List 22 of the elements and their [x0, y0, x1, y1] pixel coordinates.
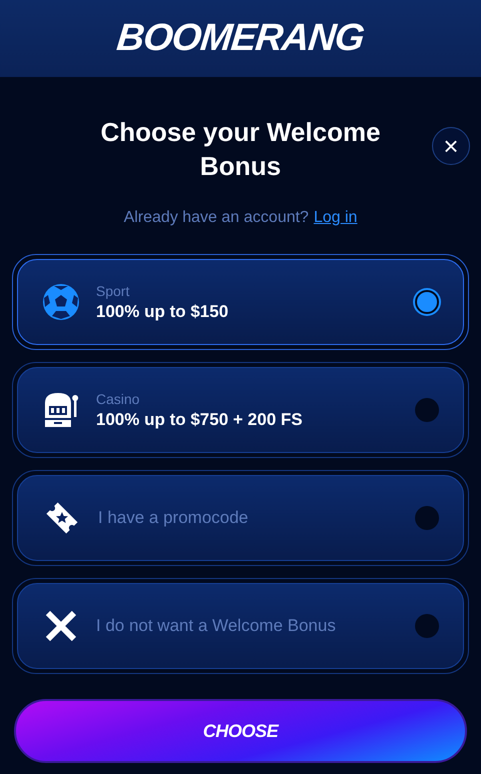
soccer-ball-icon: [42, 283, 80, 321]
choose-button[interactable]: CHOOSE: [14, 699, 467, 763]
option-offer: 100% up to $150: [96, 302, 230, 322]
option-offer: 100% up to $750 + 200 FS: [96, 410, 304, 430]
option-label: I have a promocode: [98, 508, 250, 528]
bonus-option[interactable]: Sport 100% up to $150: [17, 259, 464, 345]
login-prompt: Already have an account?: [124, 209, 309, 227]
radio-button[interactable]: [415, 398, 439, 422]
option-label: I do not want a Welcome Bonus: [96, 616, 337, 636]
bonus-option[interactable]: Casino 100% up to $750 + 200 FS: [17, 367, 464, 453]
logo[interactable]: BOOMERANG: [115, 17, 366, 60]
dialog-title: Choose your Welcome Bonus: [100, 116, 382, 183]
login-link[interactable]: Log in: [314, 209, 358, 227]
radio-button[interactable]: [415, 614, 439, 638]
slot-machine-icon: [42, 391, 80, 429]
bonus-option[interactable]: I do not want a Welcome Bonus: [17, 583, 464, 669]
bonus-option[interactable]: I have a promocode: [17, 475, 464, 561]
radio-button[interactable]: [415, 506, 439, 530]
radio-button[interactable]: [415, 290, 439, 314]
option-category: Sport: [96, 282, 130, 298]
close-button[interactable]: ×: [432, 127, 470, 165]
option-category: Casino: [96, 390, 141, 406]
